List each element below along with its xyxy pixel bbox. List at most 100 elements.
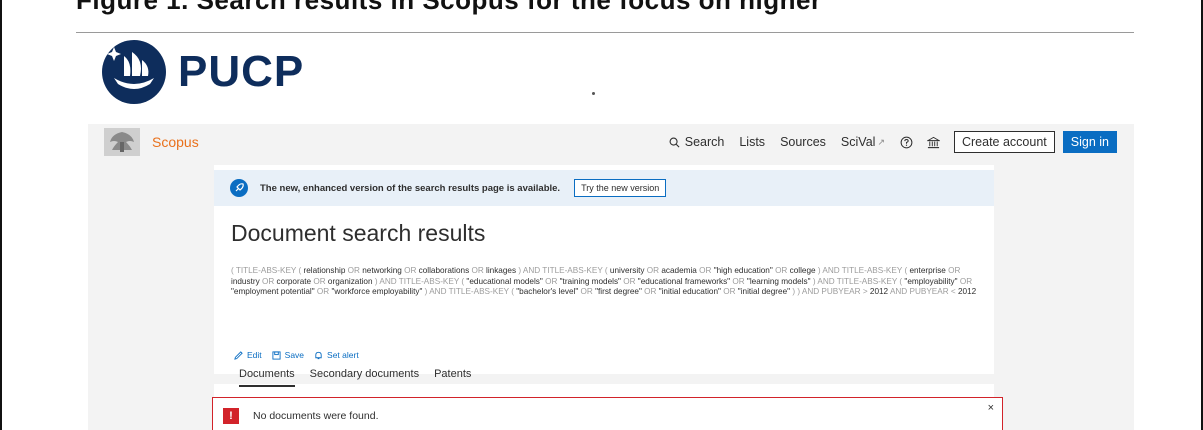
edit-label: Edit — [247, 350, 262, 360]
nav-sources-label: Sources — [780, 135, 826, 149]
query-term: "educational frameworks" — [635, 276, 733, 286]
query-term: linkages — [483, 266, 519, 275]
nav-search[interactable]: Search — [669, 135, 725, 149]
query-term: networking — [359, 266, 405, 275]
query-term: "high education" — [711, 266, 776, 275]
scopus-brand[interactable]: Scopus — [104, 128, 199, 156]
rocket-icon — [230, 179, 248, 197]
create-account-button[interactable]: Create account — [953, 131, 1055, 153]
stray-dot — [592, 92, 595, 95]
edit-query-button[interactable]: Edit — [234, 350, 262, 360]
query-operator: OR — [646, 266, 660, 275]
query-term: industry — [231, 276, 262, 286]
save-label: Save — [284, 350, 305, 360]
nav-search-label: Search — [684, 135, 725, 149]
new-version-banner: The new, enhanced version of the search … — [214, 170, 994, 206]
query-operator: OR — [775, 266, 788, 275]
banner-text: The new, enhanced version of the search … — [260, 182, 561, 194]
try-new-version-button[interactable]: Try the new version — [574, 179, 667, 197]
pucp-ship-icon — [102, 40, 166, 104]
query-operator: OR — [316, 287, 330, 296]
close-alert-button[interactable]: × — [988, 402, 994, 414]
query-operator: OR — [623, 276, 636, 286]
query-term: "workforce employability" — [329, 287, 425, 296]
alert-message: No documents were found. — [253, 410, 379, 422]
query-operator: ) AND TITLE-ABS-KEY ( — [374, 276, 465, 286]
query-operator: OR — [580, 287, 593, 296]
pucp-wordmark: PUCP — [178, 47, 305, 96]
tab-secondary-documents[interactable]: Secondary documents — [310, 368, 419, 387]
query-term: enterprise — [907, 266, 949, 275]
query-operator: OR — [471, 266, 484, 275]
query-term: "bachelor's level" — [513, 287, 581, 296]
help-button[interactable] — [900, 136, 913, 149]
query-operator: ) AND TITLE-ABS-KEY ( — [812, 276, 903, 286]
query-operator: ) AND TITLE-ABS-KEY ( — [817, 266, 908, 275]
nav-lists-label: Lists — [739, 135, 766, 149]
query-term: "training models" — [557, 276, 624, 286]
query-operator: OR — [959, 276, 973, 286]
cut-figure-caption: Figure 1. Search results in Scopus for t… — [76, 0, 822, 16]
search-query-string: ( TITLE-ABS-KEY ( relationship OR networ… — [231, 266, 983, 298]
help-icon — [900, 136, 913, 148]
query-operator: ( TITLE-ABS-KEY ( — [231, 266, 302, 275]
query-term: collaborations — [416, 266, 472, 275]
nav-sources[interactable]: Sources — [780, 135, 826, 149]
top-nav: Search Lists Sources SciVal ↗ Create acc… — [669, 131, 1117, 153]
top-divider — [76, 32, 1134, 33]
query-term: university — [607, 266, 647, 275]
query-term: "educational models" — [464, 276, 546, 286]
query-operator: OR — [347, 266, 360, 275]
nav-scival-label: SciVal — [840, 135, 876, 149]
query-term: 2012 — [867, 287, 890, 296]
query-operator: ) ) AND PUBYEAR > — [792, 287, 868, 296]
query-term: "learning models" — [744, 276, 813, 286]
query-operator: OR — [723, 287, 736, 296]
query-term: "first degree" — [592, 287, 645, 296]
query-operator: OR — [732, 276, 745, 286]
query-operator: ) AND TITLE-ABS-KEY ( — [518, 266, 608, 275]
nav-scival[interactable]: SciVal ↗ — [841, 135, 885, 149]
query-term: "initial degree" — [735, 287, 793, 296]
tab-patents[interactable]: Patents — [434, 368, 471, 387]
result-tabs: Documents Secondary documents Patents — [239, 368, 486, 387]
save-icon — [272, 350, 281, 360]
page-title: Document search results — [231, 220, 486, 246]
set-alert-button[interactable]: Set alert — [314, 350, 359, 360]
institution-button[interactable] — [926, 136, 940, 149]
no-results-alert: ! No documents were found. × — [212, 397, 1003, 430]
nav-lists[interactable]: Lists — [739, 135, 765, 149]
query-term: organization — [325, 276, 375, 286]
save-query-button[interactable]: Save — [272, 350, 304, 360]
query-term: "employability" — [902, 276, 960, 286]
error-icon: ! — [223, 408, 239, 424]
query-term: 2012 — [955, 287, 977, 296]
query-actions: Edit Save Set alert — [234, 350, 369, 360]
query-operator: OR — [699, 266, 712, 275]
set-alert-label: Set alert — [327, 350, 359, 360]
query-operator: ) AND TITLE-ABS-KEY ( — [424, 287, 514, 296]
query-operator: OR — [545, 276, 558, 286]
query-term: "employment potential" — [231, 287, 317, 296]
elsevier-tree-icon — [104, 128, 140, 156]
query-term: college — [787, 266, 818, 275]
sign-in-button[interactable]: Sign in — [1062, 131, 1117, 153]
query-term: relationship — [301, 266, 348, 275]
query-term: "initial education" — [656, 287, 724, 296]
scopus-name: Scopus — [152, 134, 199, 150]
tab-documents[interactable]: Documents — [239, 368, 295, 387]
query-operator: OR — [261, 276, 275, 286]
pucp-logo: PUCP — [100, 38, 304, 106]
search-icon — [669, 137, 680, 147]
query-term: academia — [659, 266, 700, 275]
query-operator: OR — [948, 266, 961, 275]
bell-icon — [315, 351, 322, 359]
institution-icon — [926, 136, 940, 148]
external-link-icon: ↗ — [877, 136, 885, 147]
query-operator: OR — [644, 287, 657, 296]
query-operator: OR — [404, 266, 417, 275]
query-operator: AND PUBYEAR < — [889, 287, 956, 296]
pencil-icon — [234, 350, 243, 360]
query-operator: OR — [313, 276, 326, 286]
query-term: corporate — [274, 276, 314, 286]
